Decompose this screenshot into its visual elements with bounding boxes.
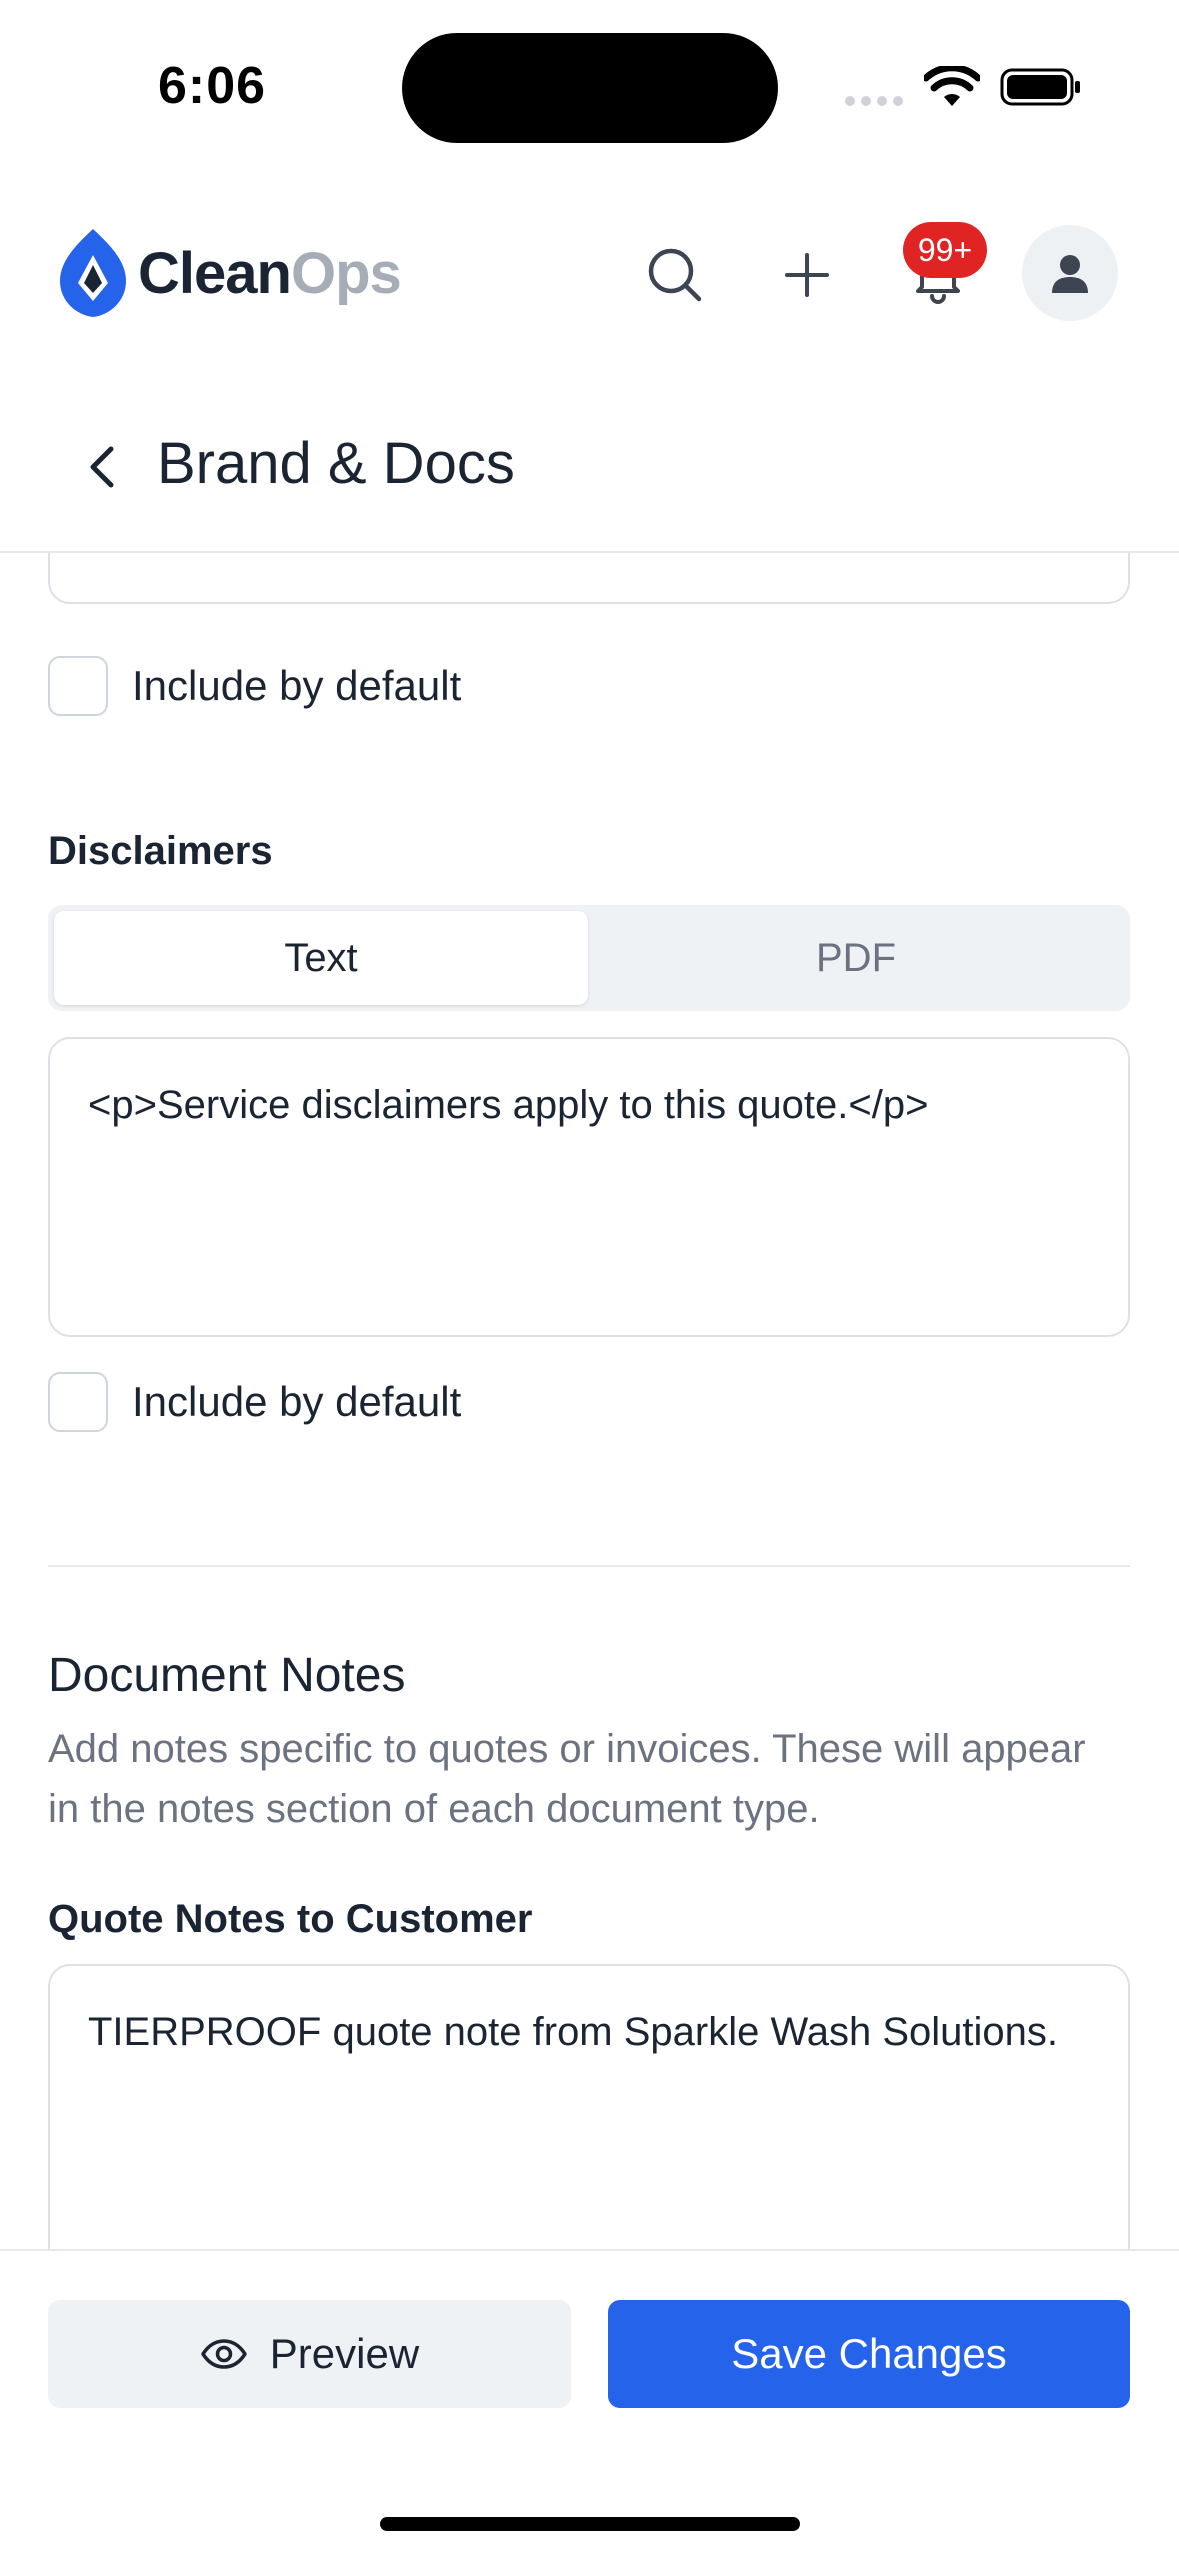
terms-include-row[interactable]: Include by default <box>48 656 461 716</box>
tab-pdf[interactable]: PDF <box>588 911 1124 1005</box>
add-button[interactable] <box>772 240 842 310</box>
plus-icon <box>785 253 829 297</box>
app-logo[interactable]: CleanOps <box>54 225 402 321</box>
settings-content[interactable]: Include by default Disclaimers Text PDF … <box>0 553 1179 2249</box>
section-divider <box>48 1565 1130 1567</box>
dynamic-island <box>402 33 778 143</box>
search-icon <box>648 248 702 302</box>
quote-notes-textarea[interactable]: TIERPROOF quote note from Sparkle Wash S… <box>48 1964 1130 2249</box>
status-bar: 6:06 <box>0 0 1179 170</box>
logo-text-secondary: Ops <box>290 240 402 306</box>
wifi-icon <box>924 66 980 106</box>
action-footer: Preview Save Changes <box>0 2249 1179 2556</box>
terms-field[interactable] <box>48 553 1130 604</box>
terms-include-checkbox[interactable] <box>48 656 108 716</box>
disclaimers-include-row[interactable]: Include by default <box>48 1372 461 1432</box>
logo-text-primary: Clean <box>138 240 292 306</box>
app-header: CleanOps <box>0 205 1179 340</box>
terms-include-label: Include by default <box>132 662 462 709</box>
disclaimers-include-label: Include by default <box>132 1378 462 1425</box>
disclaimers-label: Disclaimers <box>48 829 273 873</box>
status-time: 6:06 <box>158 57 267 115</box>
document-notes-description: Add notes specific to quotes or invoices… <box>48 1727 1086 1831</box>
eye-icon <box>201 2339 247 2369</box>
logo-mark-icon <box>60 229 126 317</box>
preview-button[interactable]: Preview <box>48 2300 571 2408</box>
document-notes-title: Document Notes <box>48 1649 406 1702</box>
quote-notes-label: Quote Notes to Customer <box>48 1897 533 1941</box>
preview-label: Preview <box>269 2330 420 2377</box>
search-button[interactable] <box>640 240 710 310</box>
disclaimers-format-toggle: Text PDF <box>48 905 1130 1011</box>
chevron-left-icon <box>90 446 114 488</box>
disclaimers-include-checkbox[interactable] <box>48 1372 108 1432</box>
home-indicator[interactable] <box>380 2517 800 2531</box>
notification-badge: 99+ <box>903 222 987 278</box>
page-title-bar: Brand & Docs <box>0 385 1179 553</box>
back-button[interactable] <box>70 427 134 507</box>
cellular-signal-icon <box>845 96 905 108</box>
disclaimers-textarea[interactable]: <p>Service disclaimers apply to this quo… <box>48 1037 1130 1337</box>
battery-icon <box>1000 68 1080 106</box>
page-title: Brand & Docs <box>157 431 515 496</box>
tab-text[interactable]: Text <box>54 911 588 1005</box>
user-icon <box>1052 255 1088 293</box>
avatar[interactable] <box>1022 225 1118 321</box>
save-changes-button[interactable]: Save Changes <box>608 2300 1130 2408</box>
